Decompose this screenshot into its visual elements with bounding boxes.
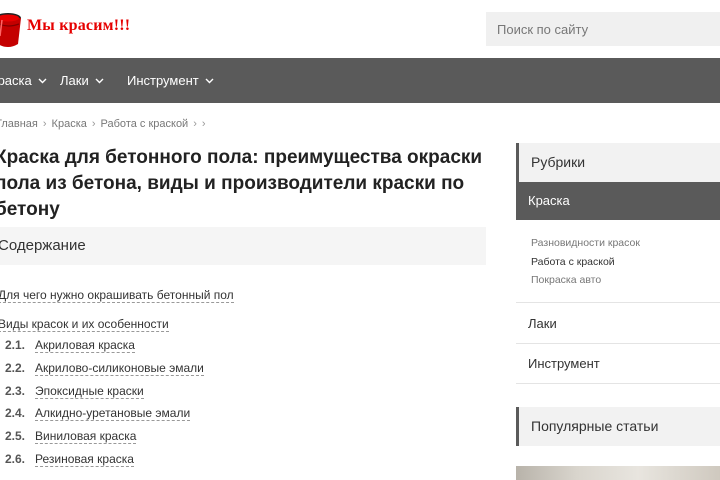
toc-item-label: Алкидно-уретановые эмали (35, 406, 191, 421)
search-input[interactable] (486, 12, 720, 46)
breadcrumb: Главная › Краска › Работа с краской › › (0, 118, 211, 130)
nav-item-label: Инструмент (127, 73, 199, 88)
toc-item-label: Эпоксидные краски (35, 384, 144, 399)
sidebar-divider (516, 383, 720, 384)
toc-item-number: 2.1. (5, 338, 26, 352)
nav-item-laki[interactable]: Лаки (60, 58, 104, 103)
sidebar-divider (516, 343, 720, 344)
toc-item-number: 2.2. (5, 361, 26, 375)
sidebar-popular-heading: Популярные статьи (516, 407, 720, 446)
page-title: Краска для бетонного пола: преимущества … (0, 147, 483, 220)
toc-subitem[interactable]: 2.1. Акриловая краска (5, 338, 135, 353)
toc-item-number: 2.6. (5, 452, 26, 466)
breadcrumb-separator: › (42, 118, 47, 130)
chevron-down-icon (95, 78, 104, 84)
toc-item[interactable]: Для чего нужно окрашивать бетонный пол (0, 288, 234, 303)
sidebar-subcategory[interactable]: Разновидности красок (531, 237, 640, 249)
toc-subitem[interactable]: 2.5. Виниловая краска (5, 429, 137, 444)
toc-item-label: Для чего нужно окрашивать бетонный пол (0, 288, 234, 303)
toc-item[interactable]: Виды красок и их особенности (0, 317, 169, 332)
toc-item-label: Акрилово-силиконовые эмали (35, 361, 204, 376)
breadcrumb-separator: › (91, 118, 96, 130)
sidebar-subcategory-current[interactable]: Работа с краской (531, 256, 615, 268)
nav-item-label: Лаки (60, 73, 89, 88)
toc-subitem[interactable]: 2.4. Алкидно-уретановые эмали (5, 406, 191, 421)
nav-item-label: Краска (0, 73, 32, 88)
nav-item-instrument[interactable]: Инструмент (127, 58, 214, 103)
toc-item-number: 2.4. (5, 406, 26, 420)
toc-item-label: Акриловая краска (35, 338, 135, 353)
toc-item-label: Виниловая краска (35, 429, 137, 444)
sidebar-category-active[interactable]: Краска (516, 182, 720, 220)
toc-subitem[interactable]: 2.3. Эпоксидные краски (5, 384, 144, 399)
popular-article-thumbnail[interactable] (516, 466, 720, 480)
breadcrumb-item-kraska[interactable]: Краска (52, 118, 87, 130)
breadcrumb-item-home[interactable]: Главная (0, 118, 38, 130)
breadcrumb-separator: › (201, 118, 206, 130)
toc-item-label: Виды красок и их особенности (0, 317, 169, 332)
main-nav: Краска Лаки Инструмент (0, 58, 720, 103)
breadcrumb-separator: › (193, 118, 197, 130)
sidebar-rubrics-heading: Рубрики (516, 143, 720, 182)
nav-item-kraska[interactable]: Краска (0, 58, 47, 103)
toc-heading: Содержание (0, 237, 86, 254)
sidebar-category[interactable]: Инструмент (528, 356, 600, 371)
chevron-down-icon (38, 78, 47, 84)
sidebar-subcategory[interactable]: Покраска авто (531, 274, 601, 286)
toc-subitem[interactable]: 2.2. Акрилово-силиконовые эмали (5, 361, 204, 376)
toc-item-number: 2.5. (5, 429, 26, 443)
sidebar-divider (516, 302, 720, 303)
site-logo-text[interactable]: Мы красим!!! (27, 17, 130, 35)
breadcrumb-item-work[interactable]: Работа с краской (101, 118, 189, 130)
sidebar-category[interactable]: Лаки (528, 316, 557, 331)
toc-item-number: 2.3. (5, 384, 26, 398)
chevron-down-icon (205, 78, 214, 84)
logo-bucket-icon[interactable] (0, 6, 24, 50)
toc-subitem[interactable]: 2.6. Резиновая краска (5, 452, 134, 467)
toc-item-label: Резиновая краска (35, 452, 134, 467)
toc-header[interactable]: Содержание (0, 227, 486, 265)
